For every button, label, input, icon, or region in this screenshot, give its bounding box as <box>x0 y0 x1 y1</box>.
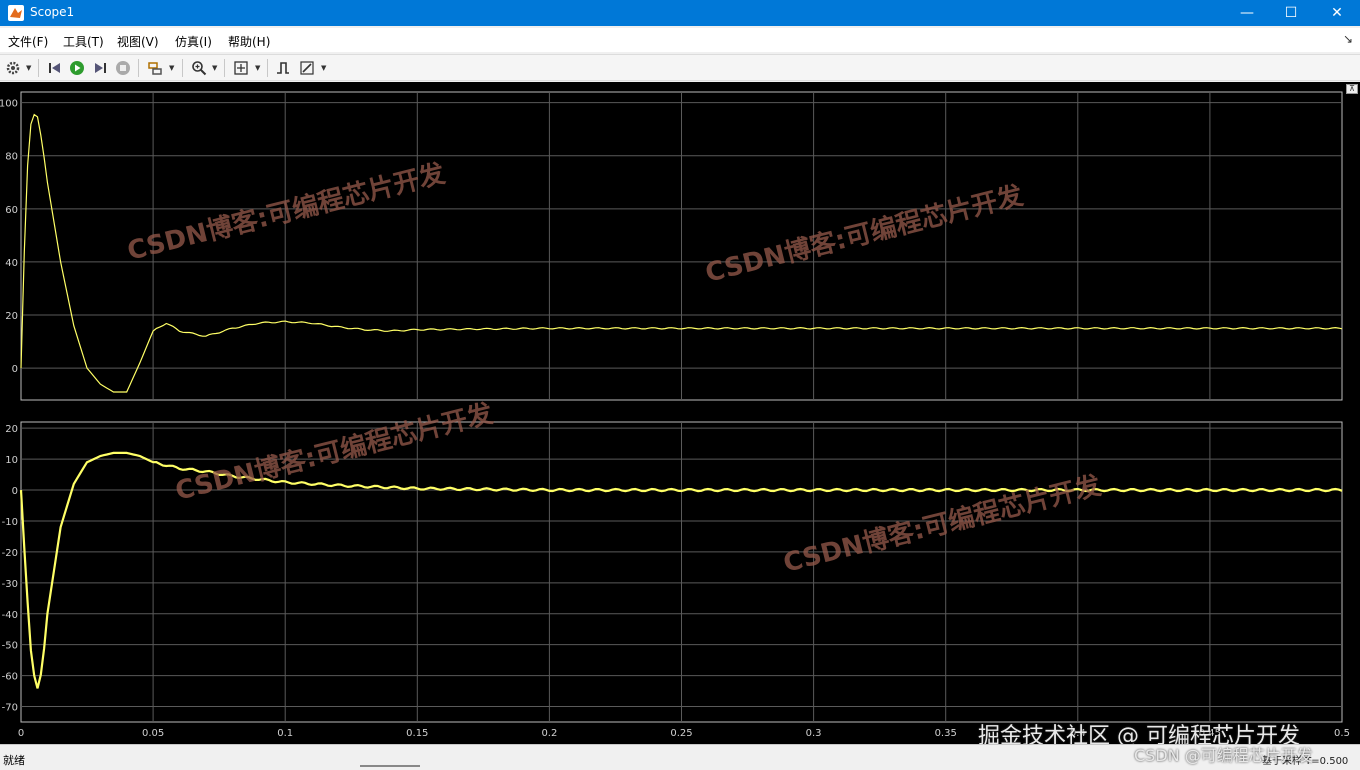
menu-help[interactable]: 帮助(H) <box>228 33 270 50</box>
x-tick-label: 0.3 <box>806 728 822 739</box>
settings-dropdown-icon[interactable]: ▼ <box>26 64 31 72</box>
y-tick-label: 40 <box>5 258 18 269</box>
toolbar-separator <box>182 59 183 77</box>
x-tick-label: 0.35 <box>935 728 957 739</box>
y-tick-label: 100 <box>0 99 18 110</box>
y-tick-label: 60 <box>5 205 18 216</box>
y-tick-label: 20 <box>5 311 18 322</box>
window-title: Scope1 <box>30 5 75 19</box>
menu-view[interactable]: 视图(V) <box>117 33 159 50</box>
fit-axes-dropdown-icon[interactable]: ▼ <box>255 64 260 72</box>
y-tick-label: -40 <box>2 610 18 621</box>
step-back-icon[interactable] <box>45 59 65 77</box>
x-tick-label: 0.1 <box>277 728 293 739</box>
status-text: 就绪 <box>3 754 25 767</box>
fit-axes-icon[interactable] <box>231 59 251 77</box>
undock-icon[interactable]: ⊼ <box>1346 84 1358 94</box>
status-separator <box>360 765 420 767</box>
zoom-icon[interactable] <box>189 59 209 77</box>
scope-plot-area: 100 80 60 40 20 0 0 0.05 0.1 0.15 0.2 0.25 0.3 0.35 0.… <box>0 82 1360 744</box>
toolbar-separator <box>38 59 39 77</box>
maximize-button[interactable]: ☐ <box>1268 0 1314 26</box>
highlight-dropdown-icon[interactable]: ▼ <box>169 64 174 72</box>
y-tick-label: 0 <box>12 364 18 375</box>
footer-watermark-csdn: CSDN @可编程芯片开发 <box>1134 746 1313 765</box>
scope-plot-svg: 1008060402000 0.05 0.1 0.15 0.2 0.25 0.3 0.35 0.… <box>0 91 1350 739</box>
y-tick-label: 10 <box>5 455 18 466</box>
run-icon[interactable] <box>67 59 87 77</box>
menu-file[interactable]: 文件(F) <box>8 33 48 50</box>
y-tick-label: -10 <box>2 517 18 528</box>
menu-simulation[interactable]: 仿真(I) <box>175 33 212 50</box>
y-tick-label: -70 <box>2 703 18 714</box>
matlab-icon <box>8 5 24 21</box>
x-tick-label: 0.05 <box>142 728 164 739</box>
settings-icon[interactable] <box>3 59 23 77</box>
toolbar: ▼ ▼ ▼ ▼ ▼ <box>0 54 1360 81</box>
toolbar-separator <box>224 59 225 77</box>
toolbar-separator <box>267 59 268 77</box>
close-button[interactable]: ✕ <box>1314 0 1360 26</box>
y-tick-label: 80 <box>5 152 18 163</box>
stop-icon[interactable] <box>113 59 133 77</box>
minimize-button[interactable]: — <box>1224 0 1270 26</box>
x-tick-label: 0 <box>18 728 24 739</box>
y-tick-label: 0 <box>12 486 18 497</box>
style-icon[interactable] <box>297 59 317 77</box>
y-tick-label: -60 <box>2 672 18 683</box>
x-tick-label: 0.5 <box>1334 728 1350 739</box>
y-tick-label: 20 <box>5 424 18 435</box>
y-tick-label: -20 <box>2 548 18 559</box>
y-tick-label: -30 <box>2 579 18 590</box>
x-tick-label: 0.25 <box>670 728 692 739</box>
style-dropdown-icon[interactable]: ▼ <box>321 64 326 72</box>
y-tick-label: -50 <box>2 641 18 652</box>
menu-bar: 文件(F) 工具(T) 视图(V) 仿真(I) 帮助(H) ↘ <box>0 28 1360 52</box>
x-tick-label: 0.15 <box>406 728 428 739</box>
trigger-icon[interactable] <box>273 59 293 77</box>
x-tick-label: 0.2 <box>541 728 557 739</box>
highlight-block-icon[interactable] <box>145 59 165 77</box>
zoom-dropdown-icon[interactable]: ▼ <box>212 64 217 72</box>
toolbar-separator <box>138 59 139 77</box>
title-bar: Scope1 — ☐ ✕ <box>0 0 1360 26</box>
menu-tools[interactable]: 工具(T) <box>63 33 104 50</box>
dock-arrow-icon[interactable]: ↘ <box>1343 32 1353 46</box>
step-forward-icon[interactable] <box>90 59 110 77</box>
